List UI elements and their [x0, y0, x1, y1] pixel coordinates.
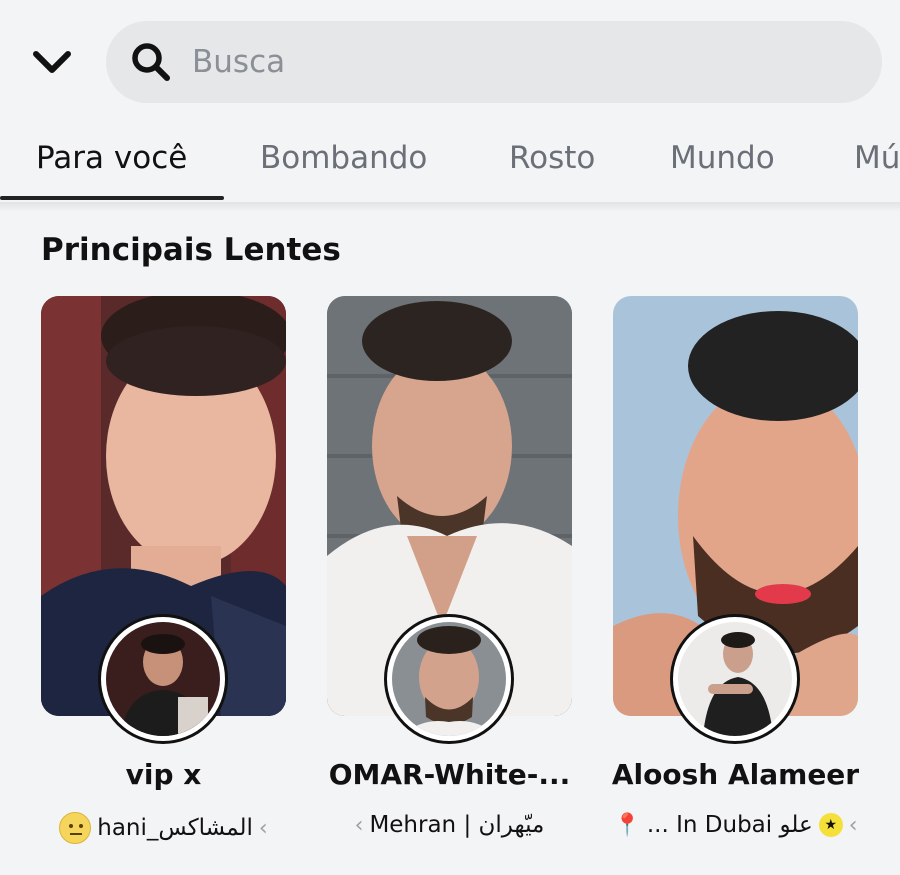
- creator-avatar: [98, 614, 228, 744]
- top-bar: [0, 0, 900, 120]
- category-tabs: Para você Bombando Rosto Mundo Mú: [0, 120, 900, 202]
- tab-mundo[interactable]: Mundo: [670, 140, 775, 176]
- divider: [0, 202, 900, 212]
- lens-name: vip x: [125, 758, 202, 791]
- search-bar[interactable]: [106, 21, 882, 103]
- creator-avatar: [384, 614, 514, 744]
- tab-musica[interactable]: Mú: [854, 140, 900, 176]
- star-badge-icon: ★: [818, 813, 843, 837]
- search-icon: [132, 43, 170, 81]
- chevron-left-icon: ‹: [258, 815, 268, 841]
- lens-card[interactable]: Aloosh Alameer 📍 ... In Dubai علو ★ ‹: [612, 296, 859, 856]
- neutral-face-emoji-icon: [59, 812, 92, 844]
- creator-name: Mehran | ميّهران: [369, 812, 545, 838]
- chevron-left-icon: ‹: [848, 812, 858, 838]
- creator-name: hani_المشاكس: [97, 815, 253, 841]
- lens-creator[interactable]: hani_المشاكس ‹: [21, 812, 306, 844]
- lens-name: Aloosh Alameer: [611, 758, 860, 791]
- search-input[interactable]: [192, 21, 852, 103]
- section-title: Principais Lentes: [41, 232, 341, 268]
- tab-rosto[interactable]: Rosto: [509, 140, 595, 176]
- lens-creator[interactable]: 📍 ... In Dubai علو ★ ‹: [593, 812, 878, 838]
- chevron-left-icon: ‹: [354, 812, 364, 838]
- lens-creator[interactable]: ‹ Mehran | ميّهران: [307, 812, 592, 838]
- creator-avatar: [670, 614, 800, 744]
- lens-card[interactable]: OMAR-White-... ‹ Mehran | ميّهران: [327, 296, 572, 856]
- pushpin-icon: 📍: [613, 812, 641, 838]
- lens-name: OMAR-White-...: [328, 758, 571, 791]
- chevron-down-icon: [33, 51, 71, 73]
- tab-para-voce[interactable]: Para você: [36, 140, 187, 176]
- creator-name: ... In Dubai علو: [646, 812, 813, 838]
- active-tab-indicator: [0, 196, 224, 200]
- tab-bombando[interactable]: Bombando: [260, 140, 427, 176]
- lens-card[interactable]: vip x hani_المشاكس ‹: [41, 296, 286, 856]
- collapse-button[interactable]: [28, 40, 76, 84]
